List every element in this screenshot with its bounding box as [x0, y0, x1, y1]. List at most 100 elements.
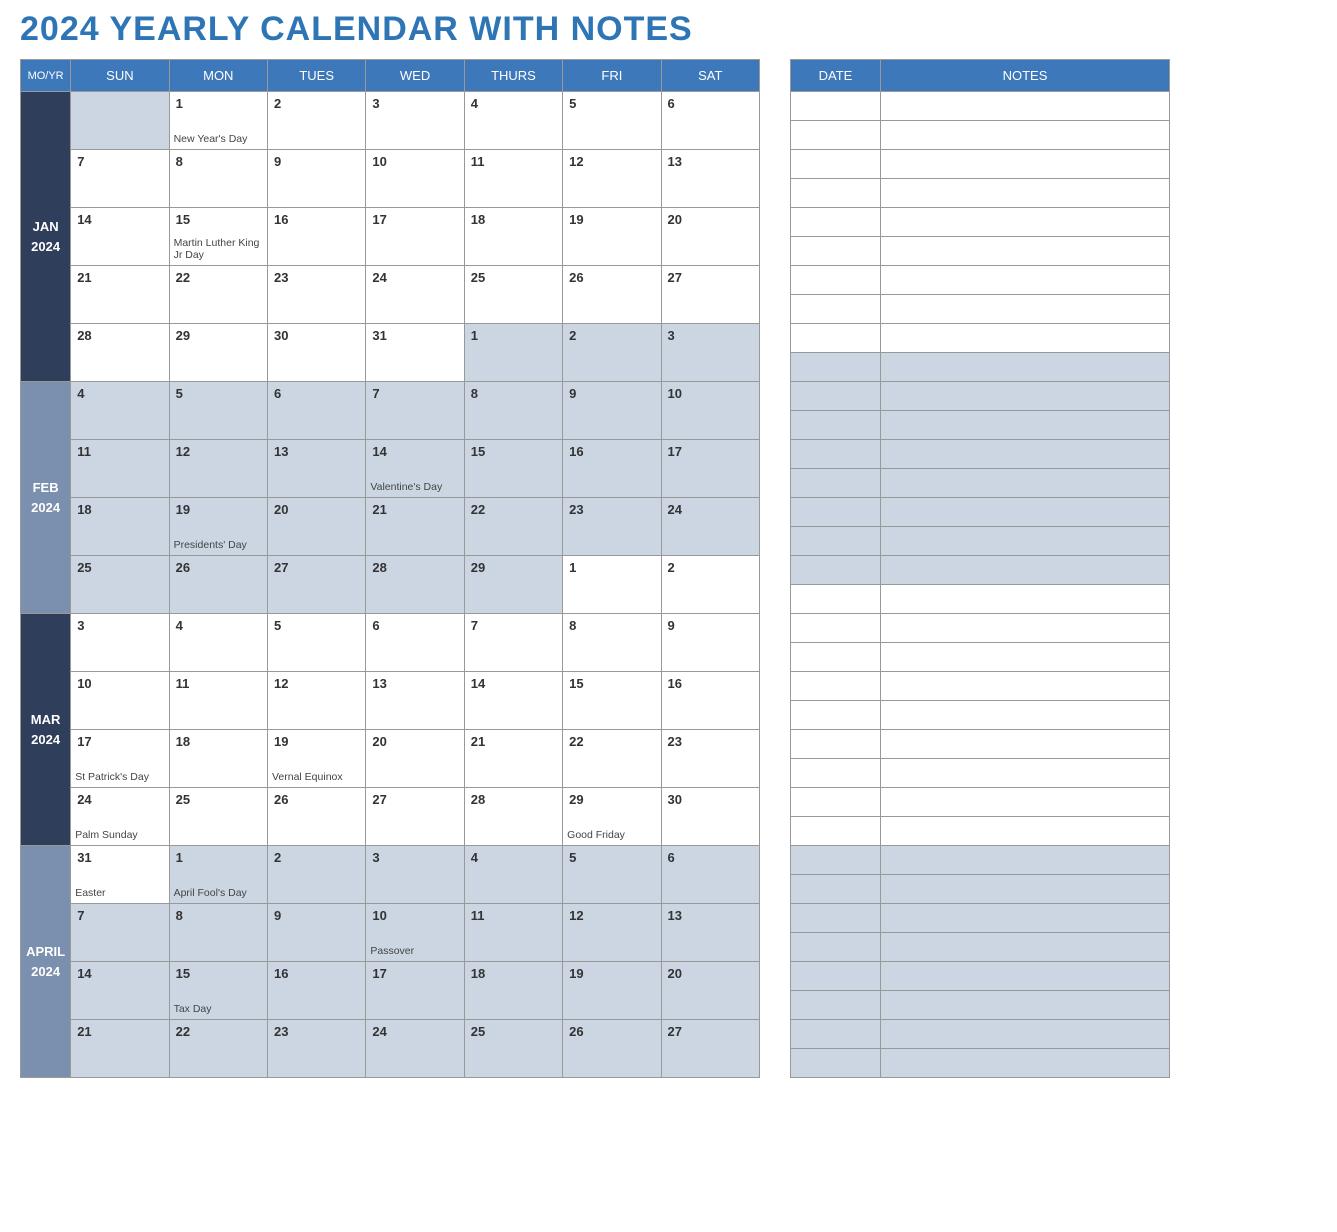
day-cell[interactable]: 10	[661, 382, 759, 440]
notes-date-cell[interactable]	[791, 121, 881, 150]
day-cell[interactable]: 26	[267, 788, 365, 846]
notes-text-cell[interactable]	[881, 875, 1170, 904]
day-cell[interactable]: 7	[464, 614, 562, 672]
day-cell[interactable]: 3	[71, 614, 169, 672]
notes-text-cell[interactable]	[881, 701, 1170, 730]
notes-date-cell[interactable]	[791, 498, 881, 527]
day-cell[interactable]: 27	[366, 788, 464, 846]
day-cell[interactable]: 9	[563, 382, 661, 440]
day-cell[interactable]: 3	[661, 324, 759, 382]
notes-date-cell[interactable]	[791, 295, 881, 324]
day-cell[interactable]: 8	[464, 382, 562, 440]
notes-date-cell[interactable]	[791, 1049, 881, 1078]
notes-date-cell[interactable]	[791, 730, 881, 759]
day-cell[interactable]: 24	[366, 1020, 464, 1078]
notes-date-cell[interactable]	[791, 266, 881, 295]
day-cell[interactable]: 29Good Friday	[563, 788, 661, 846]
day-cell[interactable]: 24Palm Sunday	[71, 788, 169, 846]
day-cell[interactable]: 19	[563, 208, 661, 266]
notes-text-cell[interactable]	[881, 498, 1170, 527]
day-cell[interactable]: 20	[661, 962, 759, 1020]
notes-text-cell[interactable]	[881, 846, 1170, 875]
day-cell[interactable]: 23	[661, 730, 759, 788]
day-cell[interactable]: 28	[366, 556, 464, 614]
notes-date-cell[interactable]	[791, 817, 881, 846]
notes-text-cell[interactable]	[881, 556, 1170, 585]
notes-text-cell[interactable]	[881, 208, 1170, 237]
day-cell[interactable]: 11	[169, 672, 267, 730]
notes-text-cell[interactable]	[881, 121, 1170, 150]
notes-date-cell[interactable]	[791, 788, 881, 817]
day-cell[interactable]: 3	[366, 92, 464, 150]
day-cell[interactable]: 11	[464, 150, 562, 208]
notes-date-cell[interactable]	[791, 179, 881, 208]
day-cell[interactable]: 23	[563, 498, 661, 556]
day-cell[interactable]: 23	[267, 266, 365, 324]
day-cell[interactable]: 27	[661, 1020, 759, 1078]
day-cell[interactable]: 17	[366, 208, 464, 266]
day-cell[interactable]: 11	[464, 904, 562, 962]
notes-date-cell[interactable]	[791, 904, 881, 933]
day-cell[interactable]: 25	[71, 556, 169, 614]
day-cell[interactable]: 22	[563, 730, 661, 788]
notes-date-cell[interactable]	[791, 643, 881, 672]
day-cell[interactable]: 6	[661, 92, 759, 150]
day-cell[interactable]: 8	[169, 150, 267, 208]
notes-text-cell[interactable]	[881, 817, 1170, 846]
day-cell[interactable]: 9	[267, 150, 365, 208]
day-cell[interactable]: 8	[169, 904, 267, 962]
notes-text-cell[interactable]	[881, 730, 1170, 759]
day-cell[interactable]: 12	[563, 150, 661, 208]
notes-date-cell[interactable]	[791, 846, 881, 875]
day-cell[interactable]: 14Valentine's Day	[366, 440, 464, 498]
day-cell[interactable]: 18	[71, 498, 169, 556]
day-cell[interactable]: 24	[366, 266, 464, 324]
day-cell[interactable]: 29	[169, 324, 267, 382]
notes-date-cell[interactable]	[791, 614, 881, 643]
day-cell[interactable]: 28	[464, 788, 562, 846]
notes-date-cell[interactable]	[791, 875, 881, 904]
day-cell[interactable]: 21	[71, 1020, 169, 1078]
notes-text-cell[interactable]	[881, 266, 1170, 295]
day-cell[interactable]: 4	[464, 92, 562, 150]
day-cell[interactable]: 15	[563, 672, 661, 730]
day-cell[interactable]: 1	[563, 556, 661, 614]
notes-date-cell[interactable]	[791, 440, 881, 469]
day-cell[interactable]: 12	[563, 904, 661, 962]
day-cell[interactable]: 16	[563, 440, 661, 498]
notes-date-cell[interactable]	[791, 933, 881, 962]
notes-date-cell[interactable]	[791, 1020, 881, 1049]
day-cell[interactable]: 6	[366, 614, 464, 672]
day-cell[interactable]: 25	[464, 266, 562, 324]
notes-date-cell[interactable]	[791, 991, 881, 1020]
day-cell[interactable]: 28	[71, 324, 169, 382]
notes-text-cell[interactable]	[881, 179, 1170, 208]
day-cell[interactable]: 27	[661, 266, 759, 324]
notes-text-cell[interactable]	[881, 1049, 1170, 1078]
notes-text-cell[interactable]	[881, 788, 1170, 817]
notes-date-cell[interactable]	[791, 469, 881, 498]
day-cell[interactable]	[71, 92, 169, 150]
day-cell[interactable]: 1New Year's Day	[169, 92, 267, 150]
day-cell[interactable]: 19	[563, 962, 661, 1020]
notes-date-cell[interactable]	[791, 92, 881, 121]
day-cell[interactable]: 25	[464, 1020, 562, 1078]
day-cell[interactable]: 6	[267, 382, 365, 440]
day-cell[interactable]: 15Martin Luther King Jr Day	[169, 208, 267, 266]
notes-text-cell[interactable]	[881, 237, 1170, 266]
notes-date-cell[interactable]	[791, 382, 881, 411]
day-cell[interactable]: 30	[267, 324, 365, 382]
day-cell[interactable]: 31	[366, 324, 464, 382]
notes-text-cell[interactable]	[881, 527, 1170, 556]
notes-text-cell[interactable]	[881, 469, 1170, 498]
day-cell[interactable]: 3	[366, 846, 464, 904]
day-cell[interactable]: 4	[464, 846, 562, 904]
notes-text-cell[interactable]	[881, 353, 1170, 382]
day-cell[interactable]: 19Vernal Equinox	[267, 730, 365, 788]
notes-date-cell[interactable]	[791, 208, 881, 237]
day-cell[interactable]: 16	[267, 208, 365, 266]
day-cell[interactable]: 14	[71, 208, 169, 266]
day-cell[interactable]: 15	[464, 440, 562, 498]
day-cell[interactable]: 2	[661, 556, 759, 614]
day-cell[interactable]: 12	[169, 440, 267, 498]
